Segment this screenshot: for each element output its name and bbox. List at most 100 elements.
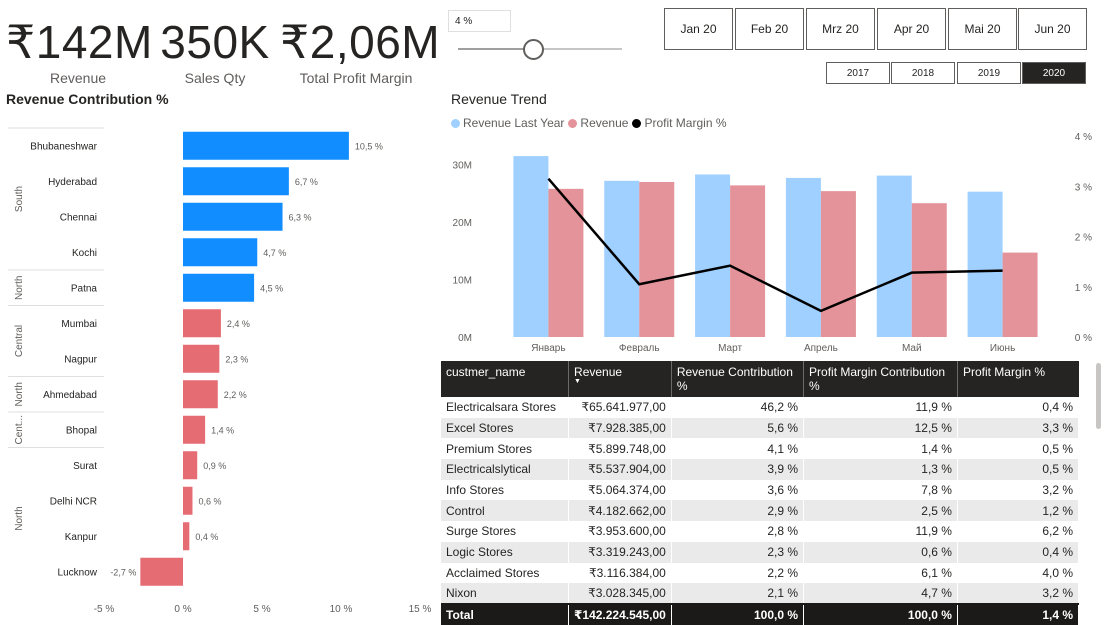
column-header-profit-margin-contribution[interactable]: Profit Margin Contribution % bbox=[803, 361, 958, 397]
contribution-bar bbox=[183, 273, 255, 302]
total-cell: Total bbox=[441, 602, 570, 625]
table-row[interactable]: Surge Stores ₹3.953.600,00 2,8 % 11,9 % 6,2 … bbox=[441, 521, 1080, 542]
revenue-trend-title: Revenue Trend bbox=[451, 91, 547, 107]
month-button-jun[interactable]: Jun 20 bbox=[1018, 8, 1087, 50]
table-cell: ₹5.064.374,00 bbox=[568, 479, 672, 501]
total-cell: 100,0 % bbox=[671, 602, 805, 625]
table-row[interactable]: Electricalslytical ₹5.537.904,00 3,9 % 1,3 … bbox=[441, 459, 1080, 480]
revenue-contribution-chart: South North Central North Cent... North Bhuban… bbox=[8, 127, 432, 615]
table-cell: 0,5 % bbox=[957, 438, 1080, 460]
table-cell: 3,2 % bbox=[957, 583, 1080, 604]
year-button-2017[interactable]: 2017 bbox=[826, 62, 890, 84]
table-cell: Acclaimed Stores bbox=[441, 562, 570, 584]
table-cell: Premium Stores bbox=[441, 438, 570, 460]
y-tick-label: 0M bbox=[458, 333, 472, 344]
column-header-revenue-contribution[interactable]: Revenue Contribution % bbox=[671, 361, 805, 397]
contribution-bar bbox=[183, 522, 190, 551]
table-cell: ₹3.116.384,00 bbox=[568, 562, 672, 584]
table-cell: 2,1 % bbox=[671, 583, 805, 604]
trend-legend: Revenue Last Year Revenue Profit Margin … bbox=[451, 116, 731, 130]
category-label: Nagpur bbox=[64, 354, 97, 365]
contribution-bar bbox=[183, 167, 289, 196]
year-button-2019[interactable]: 2019 bbox=[957, 62, 1021, 84]
profit-target-input[interactable]: 4 % bbox=[448, 10, 511, 32]
contribution-bar bbox=[183, 486, 193, 515]
kpi-value: ₹142M bbox=[6, 16, 153, 68]
contribution-bar bbox=[183, 202, 283, 231]
legend-item-revenue[interactable]: Revenue bbox=[568, 116, 628, 130]
table-cell: 3,2 % bbox=[957, 479, 1080, 501]
revenue-bar bbox=[730, 185, 766, 337]
table-cell: ₹3.319.243,00 bbox=[568, 541, 672, 563]
profit-target-slider-thumb[interactable] bbox=[523, 39, 544, 60]
table-cell: 1,4 % bbox=[803, 438, 958, 460]
total-cell: ₹142.224.545,00 bbox=[568, 602, 672, 625]
year-button-2018[interactable]: 2018 bbox=[891, 62, 955, 84]
data-label: 0,4 % bbox=[195, 532, 218, 542]
data-label: 4,7 % bbox=[263, 248, 286, 258]
month-button-apr[interactable]: Apr 20 bbox=[877, 8, 946, 50]
x-tick-label: 5 % bbox=[253, 604, 270, 615]
x-tick-label: 15 % bbox=[409, 604, 432, 615]
legend-dot-icon bbox=[568, 118, 578, 128]
table-row[interactable]: Premium Stores ₹5.899.748,00 4,1 % 1,4 % 0,5… bbox=[441, 438, 1080, 460]
contribution-bar bbox=[183, 238, 258, 267]
table-cell: Surge Stores bbox=[441, 521, 570, 542]
table-cell: 7,8 % bbox=[803, 479, 958, 501]
table-cell: Electricalslytical bbox=[441, 459, 570, 480]
total-cell: 100,0 % bbox=[803, 602, 958, 625]
revenue-last-year-bar bbox=[876, 175, 912, 337]
table-total-row: Total ₹142.224.545,00 100,0 % 100,0 % 1,… bbox=[441, 602, 1080, 625]
table-cell: ₹5.899.748,00 bbox=[568, 438, 672, 460]
contribution-bar bbox=[183, 380, 218, 409]
table-cell: Excel Stores bbox=[441, 417, 570, 439]
month-button-jan[interactable]: Jan 20 bbox=[664, 8, 733, 50]
contribution-bar bbox=[183, 309, 221, 338]
table-cell: 5,6 % bbox=[671, 417, 805, 439]
table-cell: 2,8 % bbox=[671, 521, 805, 542]
table-row[interactable]: Logic Stores ₹3.319.243,00 2,3 % 0,6 % 0,4 % bbox=[441, 541, 1080, 563]
revenue-bar bbox=[820, 191, 856, 337]
kpi-label: Sales Qty bbox=[184, 70, 246, 86]
table-cell: ₹3.028.345,00 bbox=[568, 583, 672, 604]
table-row[interactable]: Info Stores ₹5.064.374,00 3,6 % 7,8 % 3,2 % bbox=[441, 479, 1080, 501]
total-cell: 1,4 % bbox=[957, 602, 1080, 625]
legend-item-last-year[interactable]: Revenue Last Year bbox=[451, 116, 564, 130]
region-group-label: Central bbox=[14, 325, 25, 357]
column-header-customer[interactable]: custmer_name bbox=[441, 361, 570, 397]
x-tick-label: 0 % bbox=[174, 604, 191, 615]
legend-item-profit-margin[interactable]: Profit Margin % bbox=[632, 116, 727, 130]
table-cell: 0,4 % bbox=[957, 397, 1080, 418]
month-button-may[interactable]: Mai 20 bbox=[948, 8, 1017, 50]
category-label: Kanpur bbox=[65, 532, 98, 543]
year-button-2020[interactable]: 2020 bbox=[1022, 62, 1086, 84]
category-label: Bhubaneshwar bbox=[30, 141, 97, 152]
table-cell: 2,2 % bbox=[671, 562, 805, 584]
contribution-bar bbox=[183, 451, 198, 480]
month-button-mar[interactable]: Mrz 20 bbox=[806, 8, 875, 50]
category-label: Hyderabad bbox=[48, 177, 97, 188]
table-row[interactable]: Excel Stores ₹7.928.385,00 5,6 % 12,5 % 3,3 … bbox=[441, 417, 1080, 439]
table-scrollbar[interactable] bbox=[1096, 363, 1101, 429]
revenue-last-year-bar bbox=[967, 191, 1003, 337]
table-cell: 2,3 % bbox=[671, 541, 805, 563]
y2-tick-label: 0 % bbox=[1075, 333, 1092, 344]
kpi-value: ₹2,06M bbox=[280, 16, 441, 68]
table-cell: 1,2 % bbox=[957, 500, 1080, 522]
table-row[interactable]: Electricalsara Stores ₹65.641.977,00 46,2 … bbox=[441, 397, 1080, 418]
category-label: Ahmedabad bbox=[43, 390, 97, 401]
table-row[interactable]: Control ₹4.182.662,00 2,9 % 2,5 % 1,2 % bbox=[441, 500, 1080, 522]
table-cell: 0,5 % bbox=[957, 459, 1080, 480]
month-button-feb[interactable]: Feb 20 bbox=[735, 8, 804, 50]
y-tick-label: 10M bbox=[453, 276, 472, 287]
data-label: 2,3 % bbox=[225, 354, 248, 364]
table-cell: Electricalsara Stores bbox=[441, 397, 570, 418]
table-row[interactable]: Nixon ₹3.028.345,00 2,1 % 4,7 % 3,2 % bbox=[441, 583, 1080, 604]
column-header-revenue[interactable]: Revenue ▼ bbox=[568, 361, 672, 397]
x-tick-label: Март bbox=[718, 343, 742, 354]
table-row[interactable]: Acclaimed Stores ₹3.116.384,00 2,2 % 6,1 % 4… bbox=[441, 562, 1080, 584]
column-header-profit-margin[interactable]: Profit Margin % bbox=[957, 361, 1079, 397]
table-cell: 4,7 % bbox=[803, 583, 958, 604]
table-cell: Control bbox=[441, 500, 570, 522]
category-label: Bhopal bbox=[66, 425, 97, 436]
